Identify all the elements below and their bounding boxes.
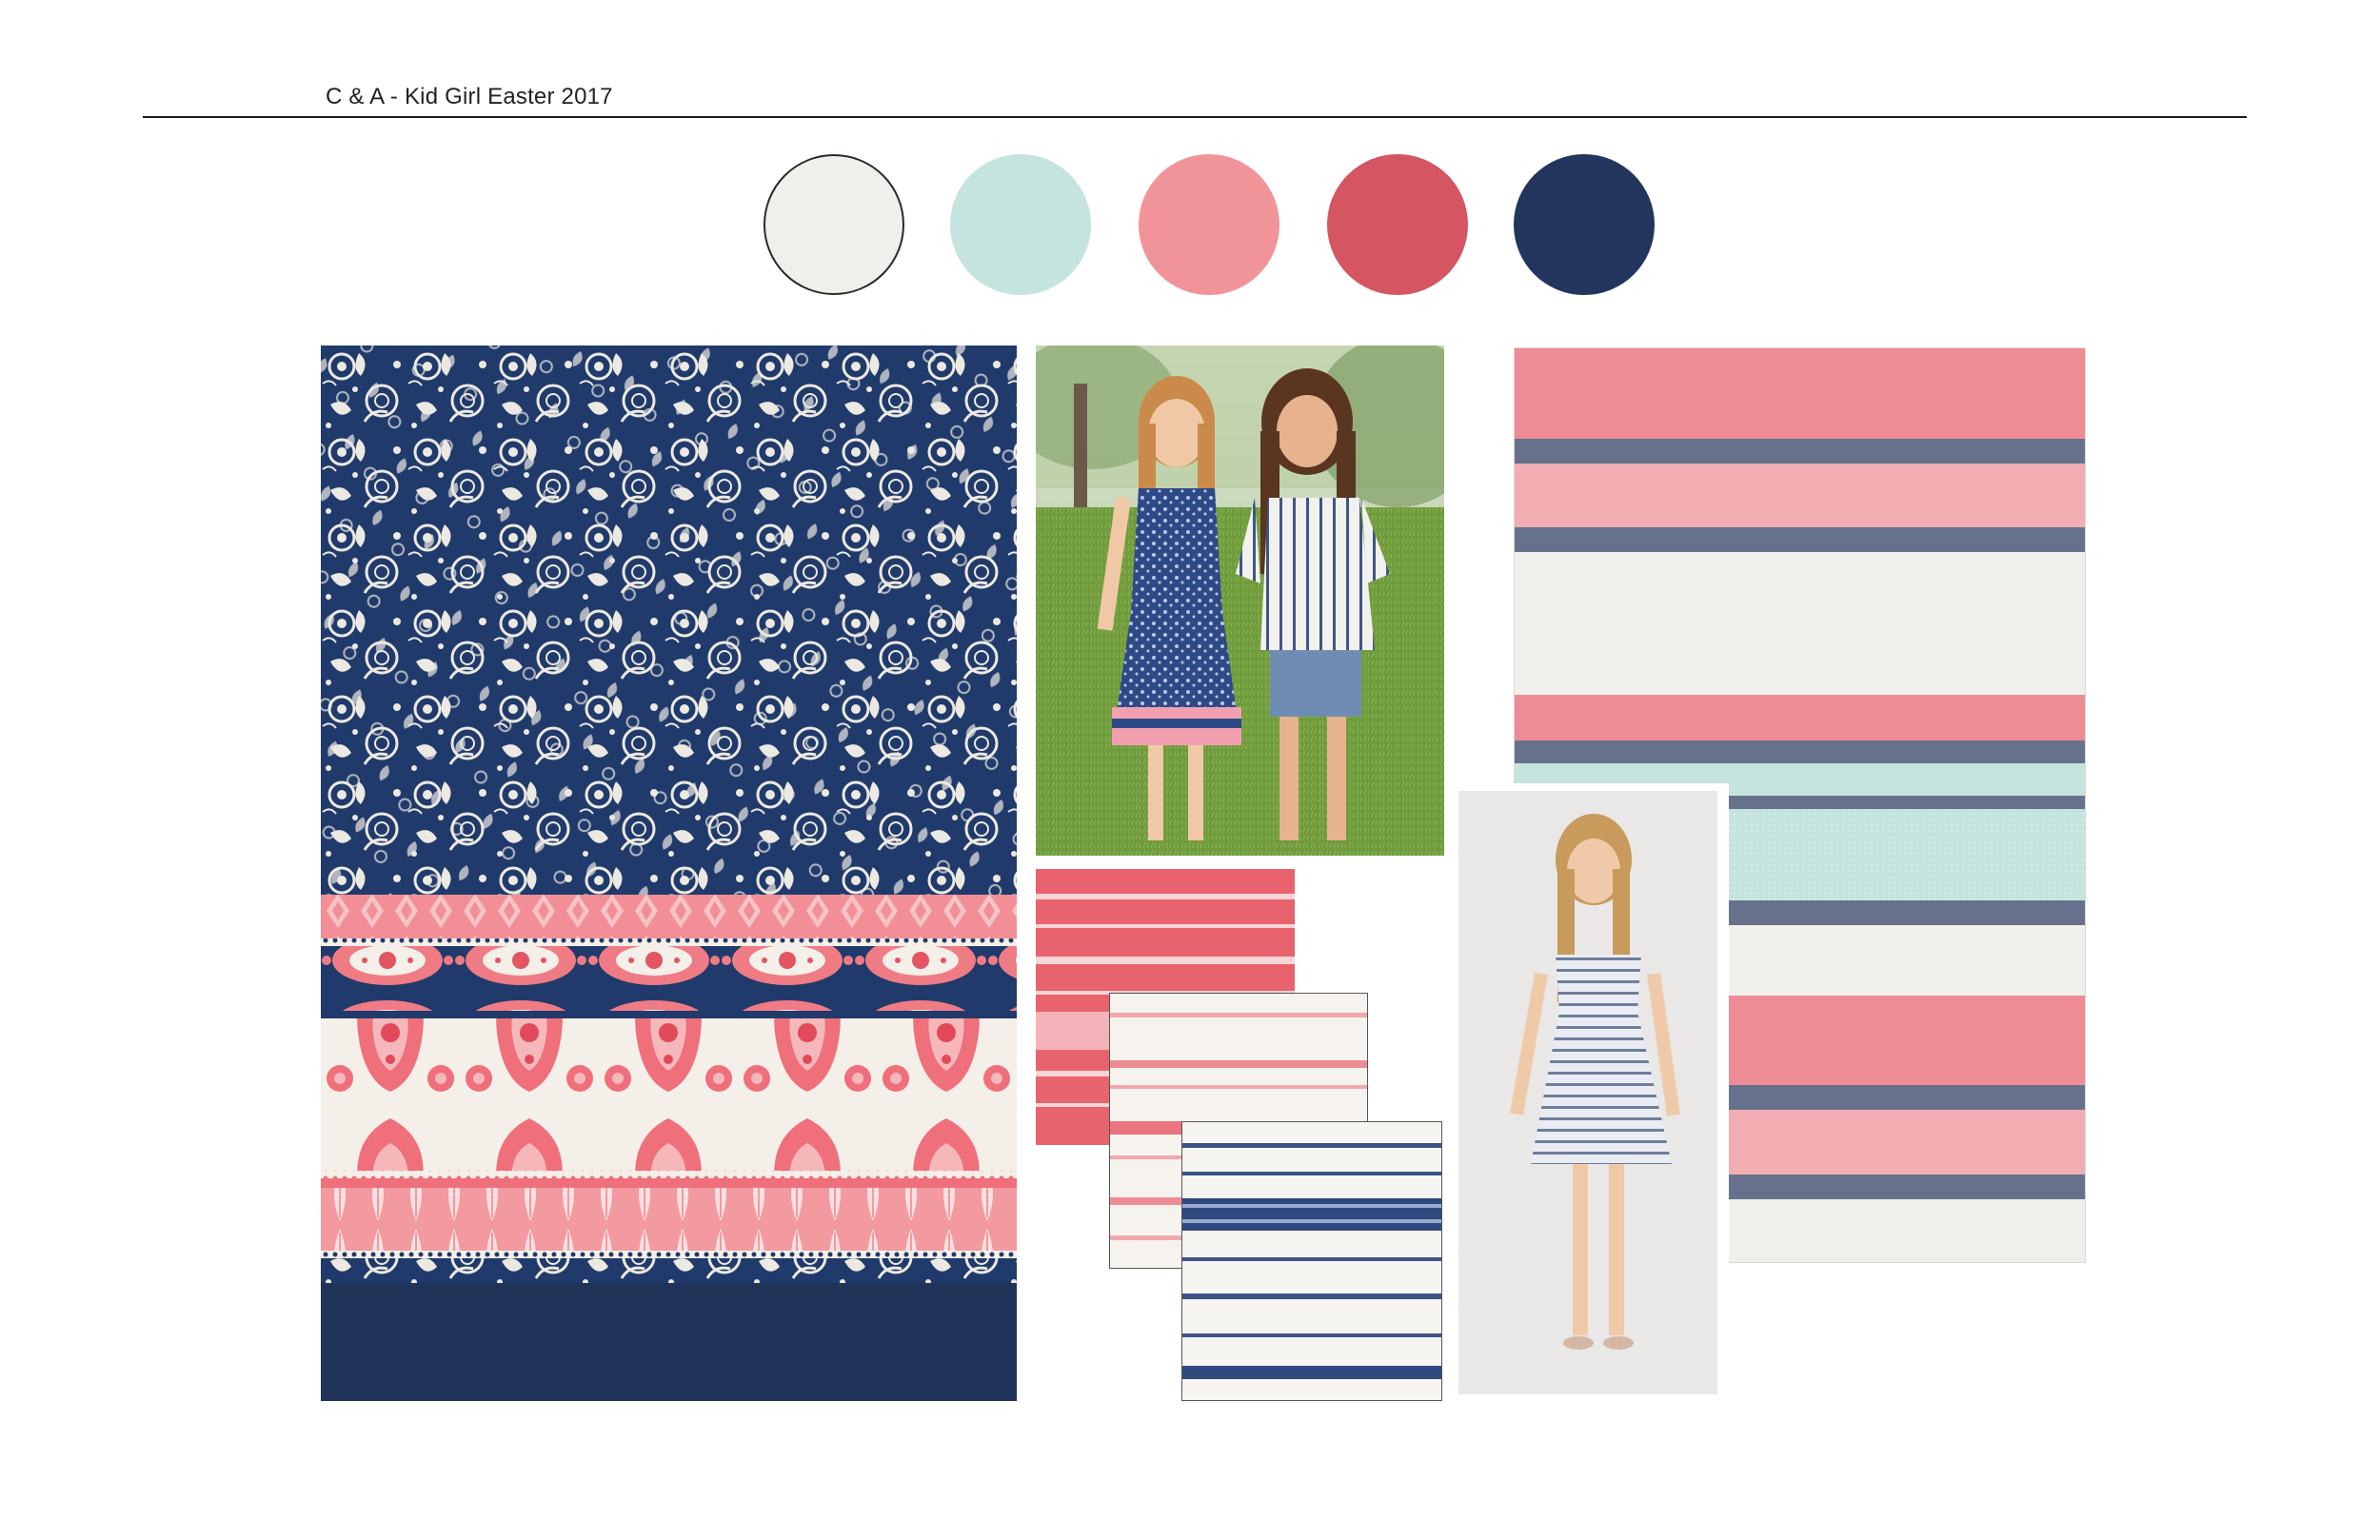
print-board xyxy=(321,346,1017,1401)
navy-on-white-stripe-fabric xyxy=(1181,1121,1442,1401)
header-divider xyxy=(143,116,2247,118)
two-girls-garden-photo xyxy=(1036,346,1444,856)
palette-swatch-pink xyxy=(1139,154,1279,295)
page-title: C & A - Kid Girl Easter 2017 xyxy=(326,84,613,109)
palette-swatch-navy xyxy=(1514,154,1655,295)
palette-swatch-coral xyxy=(1327,154,1468,295)
girl-striped-dress-photo xyxy=(1451,783,1729,1402)
palette-swatch-white xyxy=(764,154,904,295)
palette-swatch-mint xyxy=(950,154,1091,295)
